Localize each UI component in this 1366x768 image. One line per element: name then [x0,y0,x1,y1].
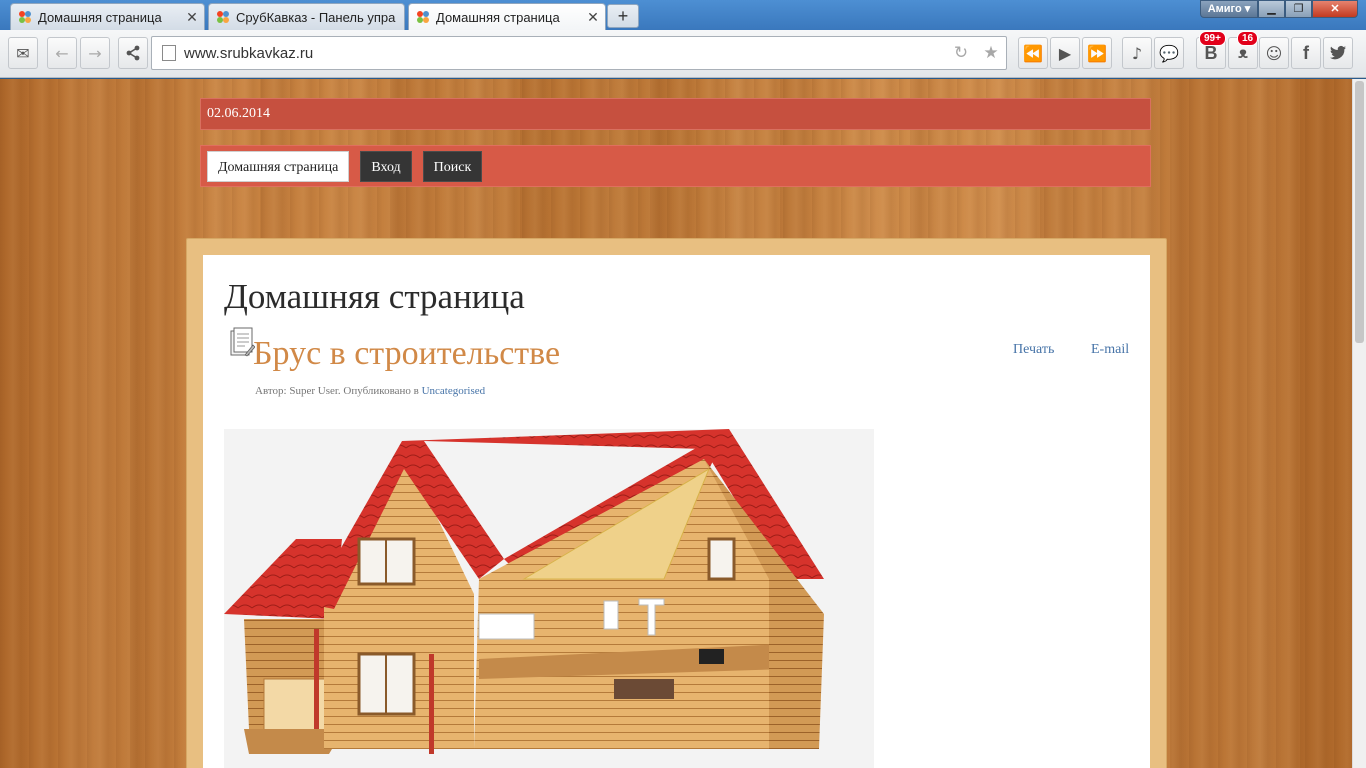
bookmark-star-icon[interactable]: ★ [976,43,1006,63]
music-button[interactable]: ♪ [1122,37,1152,69]
share-icon [126,45,140,61]
twitter-icon [1329,45,1346,60]
page-heading: Домашняя страница [224,277,525,316]
browser-tab-1[interactable]: Домашняя страница ✕ [10,3,205,30]
reload-icon[interactable]: ↻ [946,43,976,63]
tab-label: Домашняя страница [38,9,162,25]
page-viewport: 02.06.2014 Домашняя страница Вход Поиск … [0,79,1352,768]
play-button[interactable]: ▶ [1050,37,1080,69]
vk-button[interactable]: B 99+ [1196,31,1226,69]
address-bar[interactable]: ↻ ★ [151,36,1007,70]
odnoklassniki-button[interactable]: ᴥ 16 [1228,31,1259,69]
tab-strip: Домашняя страница ✕ СрубКавказ - Панель … [0,0,1366,30]
article-meta-text: Автор: Super User. Опубликовано в [255,385,419,397]
facebook-icon: f [1303,42,1309,63]
url-input[interactable] [184,44,946,62]
odnoklassniki-icon: ᴥ [1238,43,1248,62]
mailru-button[interactable]: ☺ [1259,37,1289,69]
close-tab-icon[interactable]: ✕ [585,9,601,26]
tab-label: Домашняя страница [436,9,560,25]
menu-item-search[interactable]: Поиск [422,151,483,182]
chat-button[interactable]: 💬 [1154,37,1184,69]
log-house-illustration [224,429,824,754]
fast-forward-icon: ⏩ [1087,43,1107,63]
previous-track-button[interactable]: ⏪ [1018,37,1048,69]
forward-button[interactable]: → [80,37,110,69]
profile-label: Амиго [1207,3,1242,15]
music-note-icon: ♪ [1131,43,1143,63]
facebook-button[interactable]: f [1291,37,1321,69]
play-icon: ▶ [1058,43,1072,63]
maximize-button[interactable]: ❐ [1285,0,1312,18]
vertical-scrollbar[interactable] [1352,79,1366,768]
current-date: 02.06.2014 [207,106,270,121]
vk-notification-badge: 99+ [1199,31,1226,46]
new-tab-button[interactable]: + [607,4,639,28]
mail-icon: ✉ [16,43,30,63]
browser-toolbar: ✉ ← → ↻ ★ ⏪ ▶ ⏩ ♪ 💬 B 99+ ᴥ 16 ☺ [0,30,1366,78]
article-title[interactable]: Брус в строительстве [253,335,560,373]
arrow-right-icon: → [88,43,102,63]
close-window-button[interactable]: ✕ [1312,0,1358,18]
article-meta: Автор: Super User. Опубликовано в Uncate… [255,385,485,397]
main-content: Домашняя страница Брус в строительстве П… [203,255,1150,768]
log-house-cutaway-image [224,429,874,768]
joomla-favicon-icon [417,11,429,23]
chevron-down-icon: ▾ [1244,3,1251,15]
arrow-left-icon: ← [55,43,69,63]
scrollbar-thumb[interactable] [1355,81,1364,343]
profile-button[interactable]: Амиго ▾ [1200,0,1258,18]
browser-tab-3-active[interactable]: Домашняя страница ✕ [408,3,606,30]
mail-button[interactable]: ✉ [8,37,38,69]
category-link[interactable]: Uncategorised [422,385,486,397]
browser-tab-2[interactable]: СрубКавказ - Панель упра [208,3,405,30]
share-button[interactable] [118,37,148,69]
back-button[interactable]: ← [47,37,77,69]
date-bar: 02.06.2014 [200,98,1151,130]
page-icon [162,45,176,61]
article-document-icon [230,327,255,357]
rewind-icon: ⏪ [1023,43,1043,63]
email-link[interactable]: E-mail [1091,342,1129,358]
window-controls: Амиго ▾ ▁ ❐ ✕ [1200,0,1358,18]
ok-notification-badge: 16 [1237,31,1259,46]
close-tab-icon[interactable]: ✕ [184,9,200,26]
joomla-favicon-icon [19,11,31,23]
print-link[interactable]: Печать [1013,342,1054,358]
next-track-button[interactable]: ⏩ [1082,37,1112,69]
menu-item-login[interactable]: Вход [360,151,412,182]
tab-label: СрубКавказ - Панель упра [236,9,396,25]
main-menu: Домашняя страница Вход Поиск [200,145,1151,187]
twitter-button[interactable] [1323,37,1353,69]
chat-bubbles-icon: 💬 [1159,43,1179,63]
smile-icon: ☺ [1265,43,1283,63]
minimize-button[interactable]: ▁ [1258,0,1285,18]
menu-item-home[interactable]: Домашняя страница [207,151,350,182]
joomla-favicon-icon [217,11,229,23]
